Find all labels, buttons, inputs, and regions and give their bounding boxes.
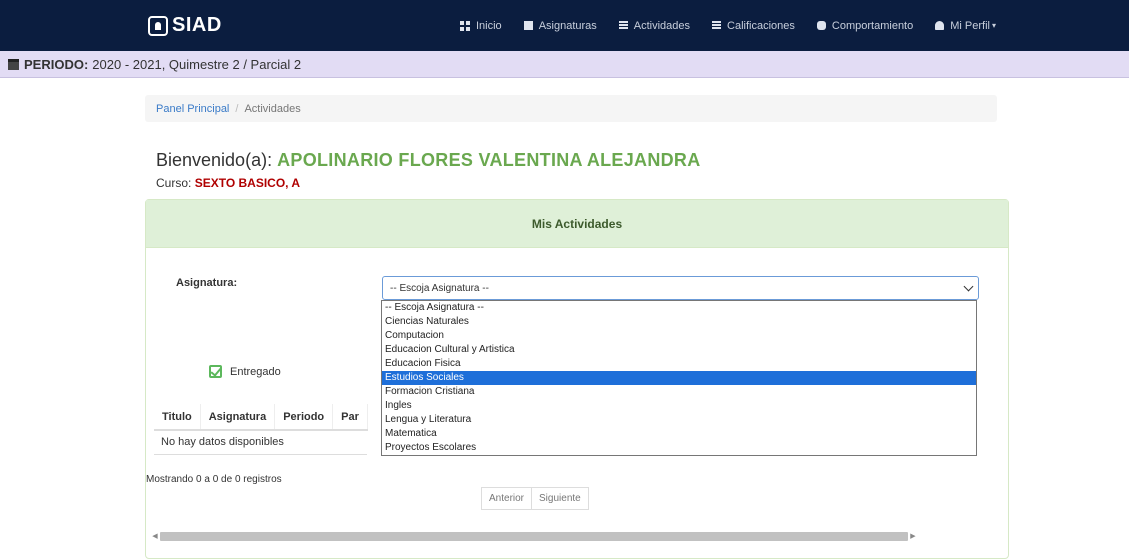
dropdown-option[interactable]: Computacion: [382, 329, 976, 343]
nav-item-label: Mi Perfil: [950, 19, 990, 32]
dropdown-option[interactable]: Proyectos Escolares: [382, 441, 976, 455]
welcome-prefix: Bienvenido(a):: [156, 150, 273, 170]
col-header-titulo[interactable]: Titulo: [154, 404, 201, 431]
empty-table-message: No hay datos disponibles: [154, 430, 368, 455]
col-header-parcial[interactable]: Par: [332, 404, 368, 431]
grid-icon: [460, 20, 470, 31]
nav-item-mi-perfil[interactable]: Mi Perfil ▾: [935, 20, 996, 32]
records-info: Mostrando 0 a 0 de 0 registros: [146, 474, 282, 485]
course-value: SEXTO BASICO, A: [194, 176, 301, 190]
next-page-button[interactable]: Siguiente: [532, 487, 589, 510]
nav-item-label: Calificaciones: [727, 19, 795, 32]
calendar-icon: [8, 58, 19, 70]
brand-name: SIAD: [172, 14, 222, 36]
comment-icon: [816, 21, 826, 30]
nav-item-comportamiento[interactable]: Comportamiento: [816, 19, 914, 32]
dropdown-option[interactable]: Matematica: [382, 427, 976, 441]
table-header-row: Titulo Asignatura Periodo Par: [154, 404, 368, 431]
pagination: Anterior Siguiente: [481, 487, 589, 510]
col-header-periodo[interactable]: Periodo: [274, 404, 334, 431]
top-navbar: SIAD Inicio Asignaturas Actividades Cali…: [0, 0, 1129, 51]
student-name: APOLINARIO FLORES VALENTINA ALEJANDRA: [277, 150, 701, 170]
course-line: Curso: SEXTO BASICO, A: [156, 176, 300, 190]
check-square-icon: [209, 365, 222, 378]
table-row: No hay datos disponibles: [154, 430, 368, 455]
nav-item-label: Comportamiento: [831, 19, 914, 32]
nav-item-label: Asignaturas: [538, 19, 597, 32]
caret-down-icon: ▾: [991, 21, 996, 30]
dropdown-option[interactable]: Lengua y Literatura: [382, 413, 976, 427]
period-bar: PERIODO: 2020 - 2021, Quimestre 2 / Parc…: [0, 51, 1129, 78]
scrollbar-thumb[interactable]: [160, 531, 908, 541]
breadcrumb-separator: /: [235, 102, 239, 115]
subject-select[interactable]: -- Escoja Asignatura --: [382, 276, 979, 300]
dropdown-option[interactable]: Educacion Cultural y Artistica: [382, 343, 976, 357]
subject-select-value: -- Escoja Asignatura --: [390, 282, 489, 294]
chevron-down-icon: [963, 281, 974, 292]
course-label: Curso:: [156, 176, 192, 190]
brand-logo[interactable]: SIAD: [148, 14, 222, 37]
subject-label: Asignatura:: [176, 277, 238, 289]
nav-item-label: Actividades: [633, 19, 691, 32]
activities-table: Titulo Asignatura Periodo Par No hay dat…: [154, 404, 368, 455]
dropdown-option[interactable]: Educacion Fisica: [382, 357, 976, 371]
panel-title: Mis Actividades: [146, 200, 1008, 248]
nav-item-calificaciones[interactable]: Calificaciones: [712, 20, 795, 32]
period-value: 2020 - 2021, Quimestre 2 / Parcial 2: [92, 56, 302, 72]
breadcrumb-current: Actividades: [244, 102, 301, 115]
dropdown-option-highlighted[interactable]: Estudios Sociales: [382, 371, 976, 385]
breadcrumb: Panel Principal / Actividades: [145, 95, 997, 122]
subject-dropdown-list: -- Escoja Asignatura -- Ciencias Natural…: [381, 300, 977, 456]
horizontal-scrollbar[interactable]: ◀ ▶: [150, 530, 918, 542]
prev-page-button[interactable]: Anterior: [481, 487, 533, 510]
user-icon: [935, 21, 945, 30]
col-header-asignatura[interactable]: Asignatura: [200, 404, 276, 431]
dropdown-option[interactable]: Formacion Cristiana: [382, 385, 976, 399]
nav-menu: Inicio Asignaturas Actividades Calificac…: [460, 0, 1018, 51]
legend-label: Entregado: [230, 365, 281, 378]
breadcrumb-home-link[interactable]: Panel Principal: [156, 103, 229, 115]
siad-logo-icon: [148, 15, 168, 36]
welcome-heading: Bienvenido(a): APOLINARIO FLORES VALENTI…: [156, 150, 701, 171]
scroll-left-icon[interactable]: ◀: [150, 532, 160, 540]
legend-delivered: Entregado: [209, 365, 281, 378]
table-icon: [712, 21, 722, 30]
book-icon: [523, 21, 533, 30]
nav-item-inicio[interactable]: Inicio: [460, 20, 502, 32]
dropdown-option[interactable]: Ingles: [382, 399, 976, 413]
scroll-right-icon[interactable]: ▶: [908, 532, 918, 540]
nav-item-label: Inicio: [476, 19, 502, 32]
dropdown-option[interactable]: Ciencias Naturales: [382, 315, 976, 329]
dropdown-option[interactable]: -- Escoja Asignatura --: [382, 301, 976, 315]
nav-item-asignaturas[interactable]: Asignaturas: [523, 19, 597, 32]
period-label: PERIODO:: [24, 56, 89, 72]
nav-item-actividades[interactable]: Actividades: [618, 19, 691, 32]
list-icon: [618, 21, 628, 30]
